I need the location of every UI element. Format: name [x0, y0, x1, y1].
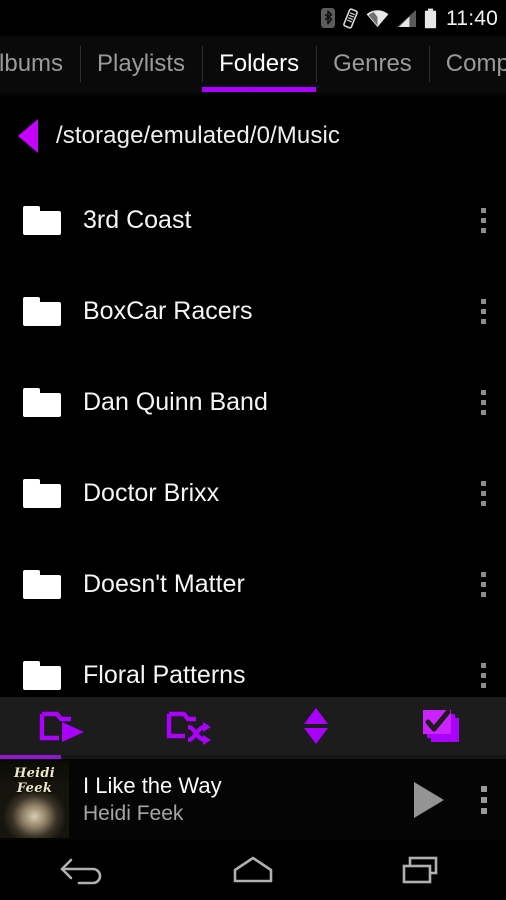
folder-name: Doctor Brixx — [83, 479, 220, 507]
nav-recents-button[interactable] — [337, 840, 506, 900]
music-player-screen: 11:40 Albums Playlists Folders Genres Co… — [0, 0, 506, 900]
now-playing-meta: I Like the Way Heidi Feek — [69, 773, 396, 826]
kebab-menu-icon — [480, 481, 486, 486]
nav-home-button[interactable] — [169, 840, 338, 900]
folder-row[interactable]: Dan Quinn Band — [0, 357, 506, 448]
kebab-menu-icon — [480, 673, 486, 678]
kebab-menu-icon — [480, 572, 486, 577]
folder-name: Dan Quinn Band — [83, 388, 268, 416]
kebab-menu-icon — [481, 807, 487, 814]
play-folder-button[interactable] — [0, 697, 127, 755]
now-playing-overflow-button[interactable] — [462, 759, 506, 840]
kebab-menu-icon — [480, 491, 486, 496]
sort-button[interactable] — [253, 697, 380, 755]
kebab-menu-icon — [480, 592, 486, 597]
select-multiple-button[interactable] — [380, 697, 506, 755]
kebab-menu-icon — [480, 582, 486, 587]
kebab-menu-icon — [480, 218, 486, 223]
folder-row[interactable]: Doesn't Matter — [0, 539, 506, 630]
play-button[interactable] — [396, 759, 462, 840]
kebab-menu-icon — [480, 683, 486, 688]
path-up-button[interactable] — [0, 97, 56, 175]
folder-row[interactable]: Doctor Brixx — [0, 448, 506, 539]
folder-icon — [23, 388, 61, 417]
folder-list[interactable]: 3rd Coast BoxCar Racers Dan Quinn Band Doct… — [0, 175, 506, 697]
tab-bar[interactable]: Albums Playlists Folders Genres Compos — [0, 36, 506, 92]
cellular-signal-icon — [397, 9, 416, 27]
folder-name: Floral Patterns — [83, 661, 246, 689]
kebab-menu-icon — [480, 410, 486, 415]
kebab-menu-icon — [481, 796, 487, 803]
wifi-icon — [366, 9, 389, 27]
folder-row[interactable]: 3rd Coast — [0, 175, 506, 266]
shuffle-folder-button[interactable] — [127, 697, 254, 755]
tab-folders[interactable]: Folders — [202, 36, 316, 92]
tab-label: Folders — [219, 50, 300, 77]
folder-icon — [23, 479, 61, 508]
kebab-menu-icon — [480, 390, 486, 395]
kebab-menu-icon — [481, 785, 487, 792]
back-arrow-icon — [61, 858, 102, 885]
tab-genres[interactable]: Genres — [316, 36, 429, 92]
folder-overflow-button[interactable] — [460, 539, 506, 630]
folder-overflow-button[interactable] — [460, 357, 506, 448]
folder-play-icon — [40, 711, 85, 742]
now-playing-title: I Like the Way — [83, 773, 222, 798]
path-bar: /storage/emulated/0/Music — [0, 97, 506, 175]
folder-icon — [23, 206, 61, 235]
recents-icon — [402, 856, 437, 884]
battery-icon — [424, 8, 437, 28]
tab-label: Playlists — [97, 50, 186, 77]
home-icon — [233, 856, 273, 883]
android-navigation-bar[interactable] — [0, 840, 506, 900]
play-icon — [414, 781, 444, 818]
folder-overflow-button[interactable] — [460, 630, 506, 697]
kebab-menu-icon — [480, 309, 486, 314]
tab-playlists[interactable]: Playlists — [80, 36, 202, 92]
bluetooth-icon — [321, 8, 335, 28]
now-playing-artist: Heidi Feek — [83, 802, 184, 825]
now-playing-bar[interactable]: Heidi Feek I Like the Way Heidi Feek — [0, 759, 506, 840]
tab-label: Genres — [333, 50, 412, 77]
kebab-menu-icon — [480, 208, 486, 213]
triangle-left-icon — [18, 119, 38, 153]
kebab-menu-icon — [480, 228, 486, 233]
tab-label: Albums — [0, 50, 64, 77]
kebab-menu-icon — [480, 319, 486, 324]
kebab-menu-icon — [480, 299, 486, 304]
album-art-title: Heidi Feek — [13, 766, 56, 796]
folder-overflow-button[interactable] — [460, 175, 506, 266]
kebab-menu-icon — [480, 400, 486, 405]
folder-row[interactable]: Floral Patterns — [0, 630, 506, 697]
tab-label: Compos — [445, 50, 506, 77]
folder-shuffle-icon — [166, 711, 211, 745]
vibrate-icon — [343, 7, 358, 29]
folder-icon — [23, 570, 61, 599]
status-clock: 11:40 — [446, 6, 498, 30]
nav-back-button[interactable] — [0, 840, 169, 900]
multi-select-check-icon — [422, 709, 459, 742]
tab-composers[interactable]: Compos — [428, 36, 506, 92]
folder-overflow-button[interactable] — [460, 448, 506, 539]
sort-up-down-icon — [304, 708, 329, 744]
status-bar: 11:40 — [0, 0, 506, 36]
action-toolbar[interactable] — [0, 697, 506, 755]
kebab-menu-icon — [480, 663, 486, 668]
folder-name: 3rd Coast — [83, 206, 192, 234]
album-art[interactable]: Heidi Feek — [0, 761, 69, 838]
folder-name: BoxCar Racers — [83, 297, 253, 325]
tab-albums[interactable]: Albums — [0, 36, 80, 92]
folder-overflow-button[interactable] — [460, 266, 506, 357]
folder-icon — [23, 661, 61, 690]
current-path: /storage/emulated/0/Music — [56, 122, 340, 149]
folder-icon — [23, 297, 61, 326]
kebab-menu-icon — [480, 501, 486, 506]
folder-row[interactable]: BoxCar Racers — [0, 266, 506, 357]
folder-name: Doesn't Matter — [83, 570, 245, 598]
